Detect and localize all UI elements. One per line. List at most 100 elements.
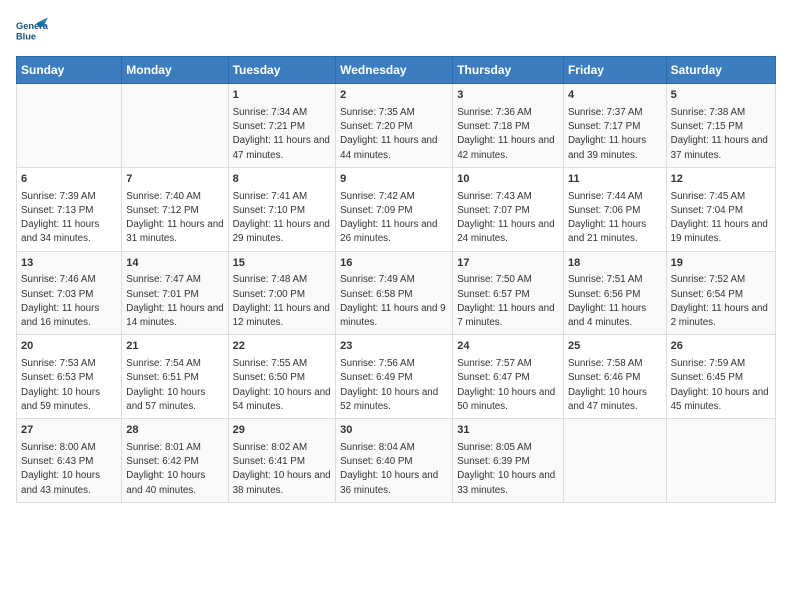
day-number: 2	[340, 88, 448, 104]
day-info: Sunrise: 7:52 AMSunset: 6:54 PMDaylight:…	[671, 273, 771, 330]
day-number: 7	[126, 172, 223, 188]
calendar-cell: 21 Sunrise: 7:54 AMSunset: 6:51 PMDayligh…	[122, 335, 228, 419]
day-info: Sunrise: 8:05 AMSunset: 6:39 PMDaylight:…	[457, 441, 559, 498]
calendar-cell: 20 Sunrise: 7:53 AMSunset: 6:53 PMDayligh…	[17, 335, 122, 419]
calendar-cell: 2 Sunrise: 7:35 AMSunset: 7:20 PMDaylight…	[336, 84, 453, 168]
col-header-wednesday: Wednesday	[336, 57, 453, 84]
calendar-cell: 14Sunrise: 7:47 AMSunset: 7:01 PMDayligh…	[122, 251, 228, 335]
day-number: 3	[457, 88, 559, 104]
calendar-cell: 17Sunrise: 7:50 AMSunset: 6:57 PMDayligh…	[453, 251, 564, 335]
calendar-cell: 15Sunrise: 7:48 AMSunset: 7:00 PMDayligh…	[228, 251, 336, 335]
calendar-cell: 22 Sunrise: 7:55 AMSunset: 6:50 PMDayligh…	[228, 335, 336, 419]
day-info: Sunrise: 7:37 AMSunset: 7:17 PMDaylight:…	[568, 106, 662, 163]
day-info: Sunrise: 7:51 AMSunset: 6:56 PMDaylight:…	[568, 273, 662, 330]
calendar-cell: 19Sunrise: 7:52 AMSunset: 6:54 PMDayligh…	[666, 251, 775, 335]
day-info: Sunrise: 7:56 AMSunset: 6:49 PMDaylight:…	[340, 357, 448, 414]
calendar-cell: 24Sunrise: 7:57 AMSunset: 6:47 PMDayligh…	[453, 335, 564, 419]
day-number: 5	[671, 88, 771, 104]
day-number: 6	[21, 172, 117, 188]
day-info: Sunrise: 7:35 AMSunset: 7:20 PMDaylight:…	[340, 106, 448, 163]
day-number: 19	[671, 256, 771, 272]
calendar-cell: 30 Sunrise: 8:04 AMSunset: 6:40 PMDayligh…	[336, 419, 453, 503]
day-info: Sunrise: 7:54 AMSunset: 6:51 PMDaylight:…	[126, 357, 223, 414]
day-info: Sunrise: 7:49 AMSunset: 6:58 PMDaylight:…	[340, 273, 448, 330]
day-info: Sunrise: 7:43 AMSunset: 7:07 PMDaylight:…	[457, 190, 559, 247]
calendar-cell: 8 Sunrise: 7:41 AMSunset: 7:10 PMDaylight…	[228, 167, 336, 251]
day-info: Sunrise: 7:48 AMSunset: 7:00 PMDaylight:…	[233, 273, 332, 330]
col-header-sunday: Sunday	[17, 57, 122, 84]
day-number: 23	[340, 339, 448, 355]
calendar-cell: 28 Sunrise: 8:01 AMSunset: 6:42 PMDayligh…	[122, 419, 228, 503]
day-number: 25	[568, 339, 662, 355]
calendar-cell	[666, 419, 775, 503]
calendar-cell: 5 Sunrise: 7:38 AMSunset: 7:15 PMDaylight…	[666, 84, 775, 168]
calendar-cell	[17, 84, 122, 168]
day-number: 9	[340, 172, 448, 188]
day-info: Sunrise: 7:45 AMSunset: 7:04 PMDaylight:…	[671, 190, 771, 247]
day-number: 31	[457, 423, 559, 439]
day-number: 20	[21, 339, 117, 355]
page-header: General Blue	[16, 16, 776, 44]
day-number: 27	[21, 423, 117, 439]
day-info: Sunrise: 7:42 AMSunset: 7:09 PMDaylight:…	[340, 190, 448, 247]
calendar-cell: 29 Sunrise: 8:02 AMSunset: 6:41 PMDayligh…	[228, 419, 336, 503]
day-number: 26	[671, 339, 771, 355]
day-number: 14	[126, 256, 223, 272]
calendar-week-row: 6 Sunrise: 7:39 AMSunset: 7:13 PMDaylight…	[17, 167, 776, 251]
day-number: 1	[233, 88, 332, 104]
calendar-cell: 16Sunrise: 7:49 AMSunset: 6:58 PMDayligh…	[336, 251, 453, 335]
calendar-cell: 6 Sunrise: 7:39 AMSunset: 7:13 PMDaylight…	[17, 167, 122, 251]
day-number: 22	[233, 339, 332, 355]
logo-icon: General Blue	[16, 16, 48, 44]
day-info: Sunrise: 7:40 AMSunset: 7:12 PMDaylight:…	[126, 190, 223, 247]
day-info: Sunrise: 8:04 AMSunset: 6:40 PMDaylight:…	[340, 441, 448, 498]
day-number: 28	[126, 423, 223, 439]
day-info: Sunrise: 7:41 AMSunset: 7:10 PMDaylight:…	[233, 190, 332, 247]
day-info: Sunrise: 7:39 AMSunset: 7:13 PMDaylight:…	[21, 190, 117, 247]
calendar-cell: 31 Sunrise: 8:05 AMSunset: 6:39 PMDayligh…	[453, 419, 564, 503]
calendar-cell: 27 Sunrise: 8:00 AMSunset: 6:43 PMDayligh…	[17, 419, 122, 503]
col-header-thursday: Thursday	[453, 57, 564, 84]
day-info: Sunrise: 7:47 AMSunset: 7:01 PMDaylight:…	[126, 273, 223, 330]
calendar-cell: 18Sunrise: 7:51 AMSunset: 6:56 PMDayligh…	[563, 251, 666, 335]
calendar-cell	[563, 419, 666, 503]
day-info: Sunrise: 7:58 AMSunset: 6:46 PMDaylight:…	[568, 357, 662, 414]
day-number: 11	[568, 172, 662, 188]
col-header-monday: Monday	[122, 57, 228, 84]
day-number: 30	[340, 423, 448, 439]
calendar-cell: 7 Sunrise: 7:40 AMSunset: 7:12 PMDaylight…	[122, 167, 228, 251]
day-info: Sunrise: 7:55 AMSunset: 6:50 PMDaylight:…	[233, 357, 332, 414]
calendar-table: SundayMondayTuesdayWednesdayThursdayFrid…	[16, 56, 776, 503]
calendar-cell: 11 Sunrise: 7:44 AMSunset: 7:06 PMDayligh…	[563, 167, 666, 251]
col-header-friday: Friday	[563, 57, 666, 84]
day-number: 24	[457, 339, 559, 355]
day-number: 13	[21, 256, 117, 272]
col-header-saturday: Saturday	[666, 57, 775, 84]
calendar-cell: 12 Sunrise: 7:45 AMSunset: 7:04 PMDayligh…	[666, 167, 775, 251]
calendar-cell	[122, 84, 228, 168]
day-info: Sunrise: 8:01 AMSunset: 6:42 PMDaylight:…	[126, 441, 223, 498]
day-info: Sunrise: 7:53 AMSunset: 6:53 PMDaylight:…	[21, 357, 117, 414]
col-header-tuesday: Tuesday	[228, 57, 336, 84]
day-number: 8	[233, 172, 332, 188]
day-info: Sunrise: 8:02 AMSunset: 6:41 PMDaylight:…	[233, 441, 332, 498]
day-number: 4	[568, 88, 662, 104]
calendar-cell: 3Sunrise: 7:36 AMSunset: 7:18 PMDaylight…	[453, 84, 564, 168]
calendar-cell: 1 Sunrise: 7:34 AMSunset: 7:21 PMDaylight…	[228, 84, 336, 168]
day-info: Sunrise: 7:38 AMSunset: 7:15 PMDaylight:…	[671, 106, 771, 163]
logo: General Blue	[16, 16, 48, 44]
calendar-week-row: 13Sunrise: 7:46 AMSunset: 7:03 PMDayligh…	[17, 251, 776, 335]
calendar-week-row: 27 Sunrise: 8:00 AMSunset: 6:43 PMDayligh…	[17, 419, 776, 503]
day-info: Sunrise: 7:44 AMSunset: 7:06 PMDaylight:…	[568, 190, 662, 247]
day-number: 17	[457, 256, 559, 272]
calendar-cell: 13Sunrise: 7:46 AMSunset: 7:03 PMDayligh…	[17, 251, 122, 335]
calendar-cell: 10Sunrise: 7:43 AMSunset: 7:07 PMDayligh…	[453, 167, 564, 251]
day-info: Sunrise: 7:59 AMSunset: 6:45 PMDaylight:…	[671, 357, 771, 414]
day-number: 12	[671, 172, 771, 188]
calendar-cell: 4 Sunrise: 7:37 AMSunset: 7:17 PMDaylight…	[563, 84, 666, 168]
day-info: Sunrise: 8:00 AMSunset: 6:43 PMDaylight:…	[21, 441, 117, 498]
day-number: 21	[126, 339, 223, 355]
svg-text:Blue: Blue	[16, 31, 36, 41]
day-number: 29	[233, 423, 332, 439]
day-info: Sunrise: 7:34 AMSunset: 7:21 PMDaylight:…	[233, 106, 332, 163]
